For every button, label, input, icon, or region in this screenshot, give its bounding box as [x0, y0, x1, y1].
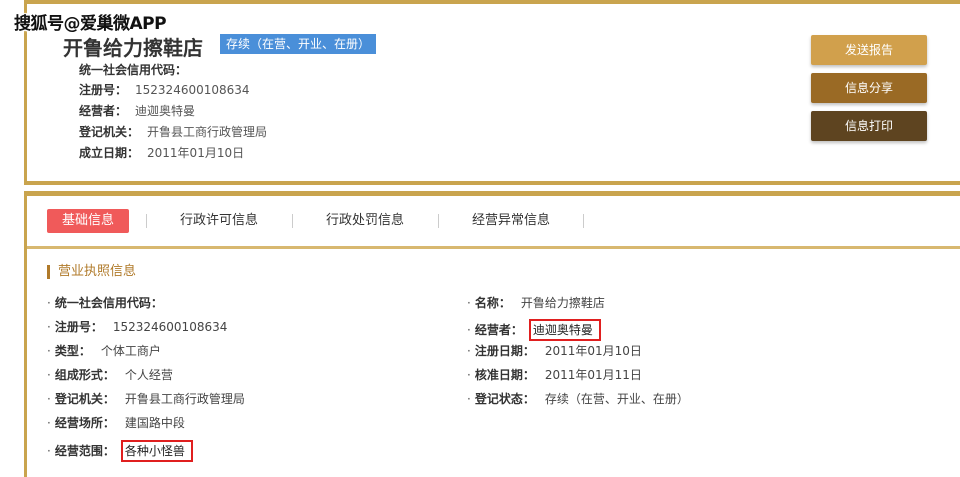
field-scope: · 经营范围： 各种小怪兽 [47, 440, 193, 462]
field-name: · 名称： 开鲁给力擦鞋店 [467, 295, 605, 311]
summary-authority: 登记机关： 开鲁县工商行政管理局 [79, 124, 267, 140]
field-value: 开鲁给力擦鞋店 [520, 296, 605, 310]
bullet: · [47, 392, 51, 406]
summary-reg-no-label: 注册号： [79, 83, 128, 97]
watermark: 搜狐号@爱巢微APP [14, 14, 167, 34]
field-label: 统一社会信用代码： [54, 296, 163, 310]
field-label: 经营场所： [54, 416, 115, 430]
field-value: 2011年01月10日 [544, 344, 642, 358]
tab-separator [292, 214, 293, 228]
field-premises: · 经营场所： 建国路中段 [47, 415, 185, 431]
field-value: 开鲁县工商行政管理局 [124, 392, 245, 406]
bullet: · [467, 344, 471, 358]
tab-basic-info[interactable]: 基础信息 [47, 209, 129, 233]
print-info-button[interactable]: 信息打印 [811, 111, 927, 141]
summary-operator: 经营者： 迪迦奥特曼 [79, 103, 195, 119]
summary-operator-value: 迪迦奥特曼 [135, 104, 196, 118]
field-reg-status: · 登记状态： 存续（在营、开业、在册） [467, 391, 689, 407]
bullet: · [467, 296, 471, 310]
send-report-button[interactable]: 发送报告 [811, 35, 927, 65]
field-value-highlighted: 迪迦奥特曼 [528, 319, 601, 341]
field-reg-no: · 注册号： 152324600108634 [47, 319, 227, 335]
field-credit-code: · 统一社会信用代码： [47, 295, 173, 311]
field-value: 152324600108634 [112, 320, 228, 334]
detail-panel: 基础信息 行政许可信息 行政处罚信息 经营异常信息 营业执照信息 · 统一社会信用… [24, 191, 960, 477]
bullet: · [467, 368, 471, 382]
summary-authority-label: 登记机关： [79, 125, 140, 139]
field-type: · 类型： 个体工商户 [47, 343, 161, 359]
field-label: 经营者： [474, 323, 523, 337]
section-title: 营业执照信息 [47, 265, 136, 279]
field-label: 核准日期： [474, 368, 535, 382]
summary-founded: 成立日期： 2011年01月10日 [79, 145, 244, 161]
tab-divider [27, 246, 960, 249]
bullet: · [47, 296, 51, 310]
field-label: 登记机关： [54, 392, 115, 406]
summary-reg-no-value: 152324600108634 [135, 83, 250, 97]
bullet: · [47, 416, 51, 430]
field-composition: · 组成形式： 个人经营 [47, 367, 173, 383]
tab-separator [438, 214, 439, 228]
field-value: 个人经营 [124, 368, 173, 382]
tab-admin-permit[interactable]: 行政许可信息 [180, 209, 258, 233]
tab-abnormal-operation[interactable]: 经营异常信息 [472, 209, 550, 233]
company-name: 开鲁给力擦鞋店 [63, 36, 203, 60]
field-label: 组成形式： [54, 368, 115, 382]
field-approval-date: · 核准日期： 2011年01月11日 [467, 367, 642, 383]
field-label: 登记状态： [474, 392, 535, 406]
field-label: 注册号： [54, 320, 103, 334]
tab-separator [146, 214, 147, 228]
field-label: 类型： [54, 344, 91, 358]
tab-separator [583, 214, 584, 228]
bullet: · [47, 344, 51, 358]
status-badge: 存续（在营、开业、在册） [220, 34, 377, 54]
field-value-highlighted: 各种小怪兽 [120, 440, 193, 462]
field-authority: · 登记机关： 开鲁县工商行政管理局 [47, 391, 245, 407]
bullet: · [467, 323, 471, 337]
field-label: 名称： [474, 296, 511, 310]
summary-reg-no: 注册号： 152324600108634 [79, 82, 250, 98]
field-label: 经营范围： [54, 444, 115, 458]
summary-credit-code: 统一社会信用代码： [79, 62, 195, 78]
summary-founded-value: 2011年01月10日 [147, 146, 245, 160]
summary-operator-label: 经营者： [79, 104, 128, 118]
field-value: 存续（在营、开业、在册） [544, 392, 689, 406]
field-reg-date: · 注册日期： 2011年01月10日 [467, 343, 642, 359]
bullet: · [467, 392, 471, 406]
bullet: · [47, 368, 51, 382]
summary-credit-code-label: 统一社会信用代码： [79, 63, 188, 77]
bullet: · [47, 320, 51, 334]
tab-admin-penalty[interactable]: 行政处罚信息 [326, 209, 404, 233]
summary-authority-value: 开鲁县工商行政管理局 [147, 125, 268, 139]
summary-founded-label: 成立日期： [79, 146, 140, 160]
field-label: 注册日期： [474, 344, 535, 358]
field-value: 建国路中段 [124, 416, 185, 430]
field-operator: · 经营者： 迪迦奥特曼 [467, 319, 601, 341]
share-info-button[interactable]: 信息分享 [811, 73, 927, 103]
field-value: 2011年01月11日 [544, 368, 642, 382]
field-value: 个体工商户 [100, 344, 161, 358]
bullet: · [47, 444, 51, 458]
